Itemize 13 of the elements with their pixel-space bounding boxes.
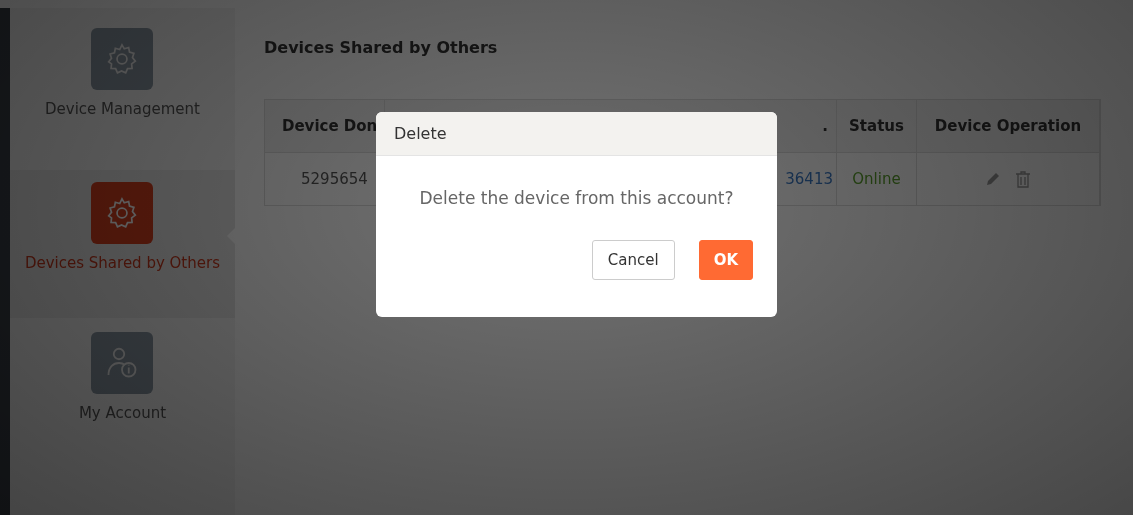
dialog-message: Delete the device from this account? <box>418 188 735 208</box>
sidebar-label: Devices Shared by Others <box>24 254 220 272</box>
sidebar-item[interactable]: Devices Shared by Others <box>9 170 235 318</box>
trash-icon[interactable] <box>1015 170 1031 188</box>
cancel-button[interactable]: Cancel <box>591 240 675 280</box>
dialog-title: Delete <box>376 112 777 156</box>
column-header: Device Operation <box>917 100 1100 153</box>
ok-button[interactable]: OK <box>698 240 753 280</box>
edit-icon[interactable] <box>985 171 1001 187</box>
column-header: Device Don <box>265 100 385 153</box>
column-header: Status <box>837 100 917 153</box>
page-title: Devices Shared by Others <box>264 38 499 57</box>
table-cell: Online <box>837 153 917 205</box>
